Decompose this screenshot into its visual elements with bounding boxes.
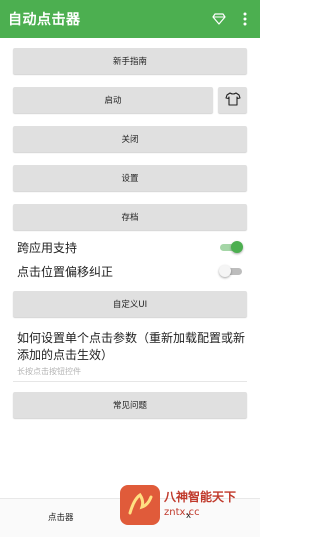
watermark-url: zntx.cc [164,507,200,518]
cross-app-row[interactable]: 跨应用支持 [17,237,243,257]
cross-app-switch[interactable] [219,241,243,253]
faq-button[interactable]: 常见问题 [13,392,247,418]
watermark-logo [120,485,160,525]
help-title: 如何设置单个点击参数（重新加载配置或新添加的点击生效） [17,331,246,362]
cross-app-label: 跨应用支持 [17,240,78,255]
help-block: 如何设置单个点击参数（重新加载配置或新添加的点击生效） 长按点击按钮控件 [17,330,247,377]
divider [13,381,247,382]
settings-button[interactable]: 设置 [13,165,247,191]
more-vert-icon[interactable] [234,8,256,30]
tshirt-icon [224,91,241,110]
diamond-icon[interactable] [208,8,230,30]
close-button[interactable]: 关闭 [13,126,247,152]
custom-ui-button[interactable]: 自定义UI [13,291,247,317]
save-button[interactable]: 存档 [13,204,247,230]
watermark: 八神智能天下 zntx.cc [118,485,258,527]
start-button[interactable]: 启动 [13,87,213,113]
offset-fix-label: 点击位置偏移纠正 [17,264,114,279]
watermark-text: 八神智能天下 [164,490,237,504]
tshirt-button[interactable] [218,87,247,113]
offset-fix-row[interactable]: 点击位置偏移纠正 [17,261,243,281]
help-hint: 长按点击按钮控件 [17,367,81,376]
app-bar: 自动点击器 [0,0,260,38]
tab-clicker[interactable]: 点击器 [48,511,74,523]
app-title: 自动点击器 [8,12,81,28]
guide-button[interactable]: 新手指南 [13,48,247,74]
offset-fix-switch[interactable] [219,265,243,277]
